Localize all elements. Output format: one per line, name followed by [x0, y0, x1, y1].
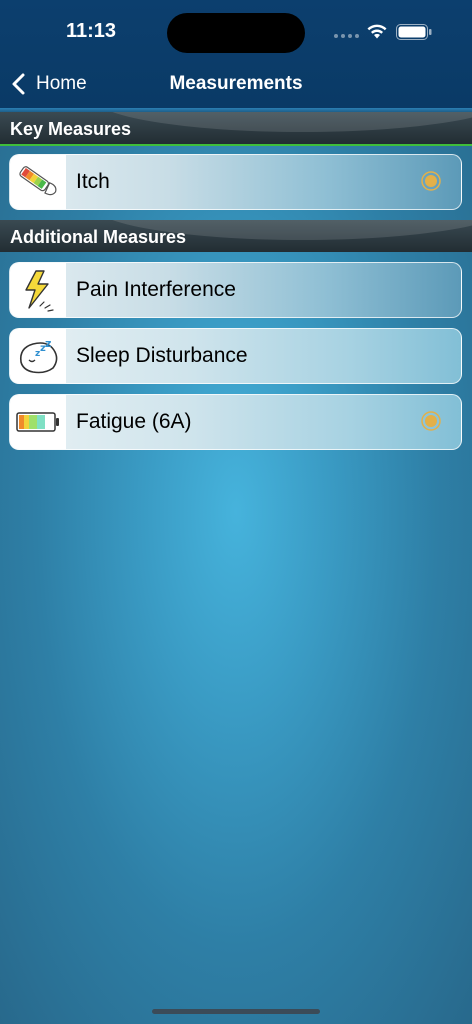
measure-label: Sleep Disturbance: [76, 344, 248, 367]
status-indicator-icon: [421, 171, 441, 191]
measure-item-fatigue[interactable]: Fatigue (6A): [9, 394, 462, 450]
wifi-icon: [367, 24, 387, 39]
measure-label: Pain Interference: [76, 278, 236, 301]
battery-icon: [396, 24, 432, 40]
svg-text:z: z: [45, 337, 51, 350]
cellular-signal-icon: [334, 34, 359, 38]
measure-icon-box: z z z: [10, 329, 66, 383]
measure-item-pain-interference[interactable]: Pain Interference: [9, 262, 462, 318]
lightning-bolt-icon: [25, 270, 54, 312]
dynamic-island: [167, 13, 305, 53]
section-label: Additional Measures: [10, 227, 187, 247]
section-header-key-measures: Key Measures: [0, 112, 472, 146]
measure-label: Fatigue (6A): [76, 410, 192, 433]
measure-icon-box: [10, 395, 66, 449]
home-indicator[interactable]: [152, 1009, 320, 1014]
measure-item-sleep-disturbance[interactable]: z z z Sleep Disturbance: [9, 328, 462, 384]
section-header-additional-measures: Additional Measures: [0, 220, 472, 252]
measure-icon-box: [10, 263, 66, 317]
battery-level-icon: [16, 412, 59, 432]
itch-arm-icon: [19, 166, 57, 196]
measure-icon-box: [10, 155, 66, 209]
status-time: 11:13: [66, 20, 117, 42]
status-indicator-icon: [421, 411, 441, 431]
measure-item-itch[interactable]: Itch: [9, 154, 462, 210]
measure-label: Itch: [76, 170, 110, 193]
section-label: Key Measures: [10, 119, 132, 139]
page-title: Measurements: [169, 73, 303, 94]
sleeping-head-icon: z z z: [19, 337, 58, 374]
